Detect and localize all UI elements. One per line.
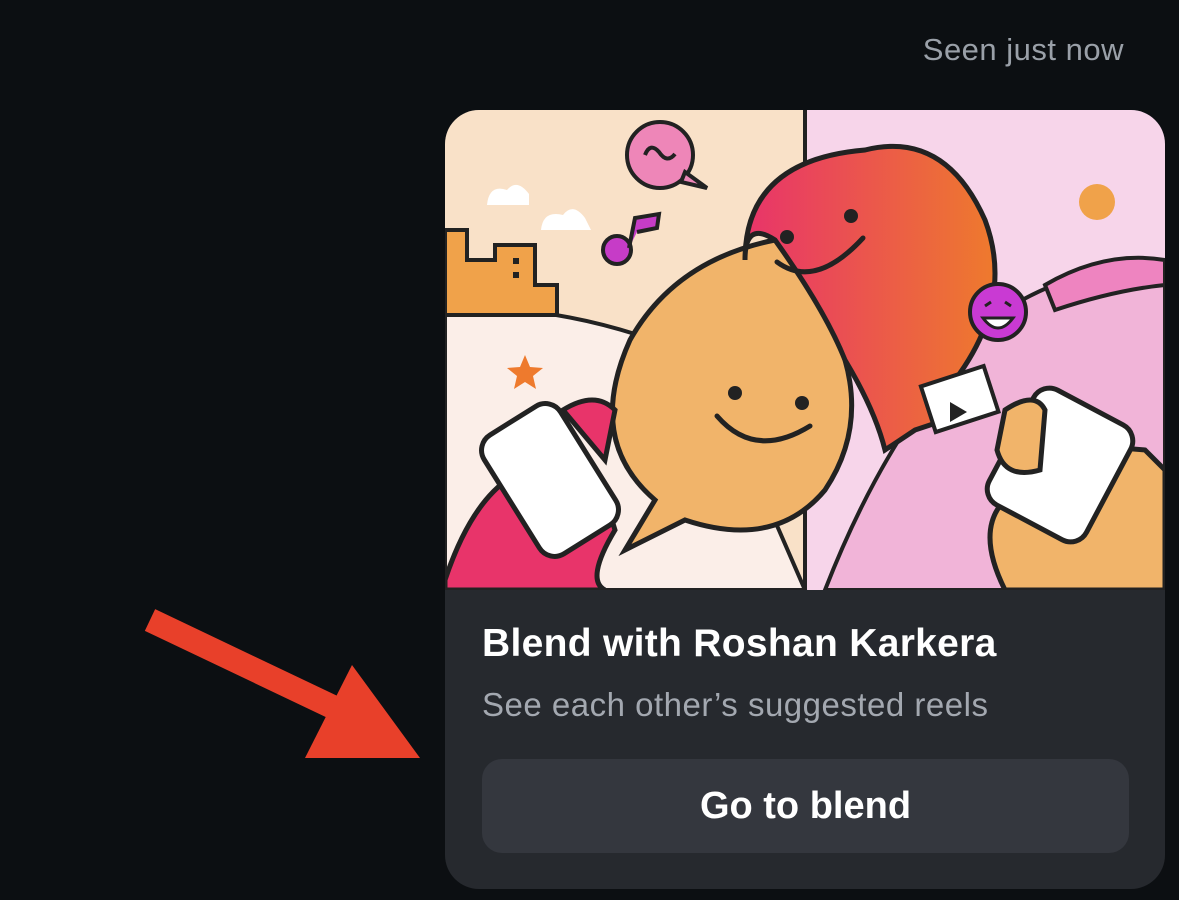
blend-subtitle: See each other’s suggested reels	[482, 686, 989, 723]
go-to-blend-button[interactable]: Go to blend	[482, 759, 1129, 853]
blend-illustration	[445, 110, 1165, 590]
seen-status: Seen just now	[922, 32, 1124, 67]
red-arrow-annotation	[144, 609, 420, 758]
blend-title: Blend with Roshan Karkera	[482, 622, 997, 665]
blend-card[interactable]: Blend with Roshan Karkera See each other…	[445, 110, 1165, 889]
